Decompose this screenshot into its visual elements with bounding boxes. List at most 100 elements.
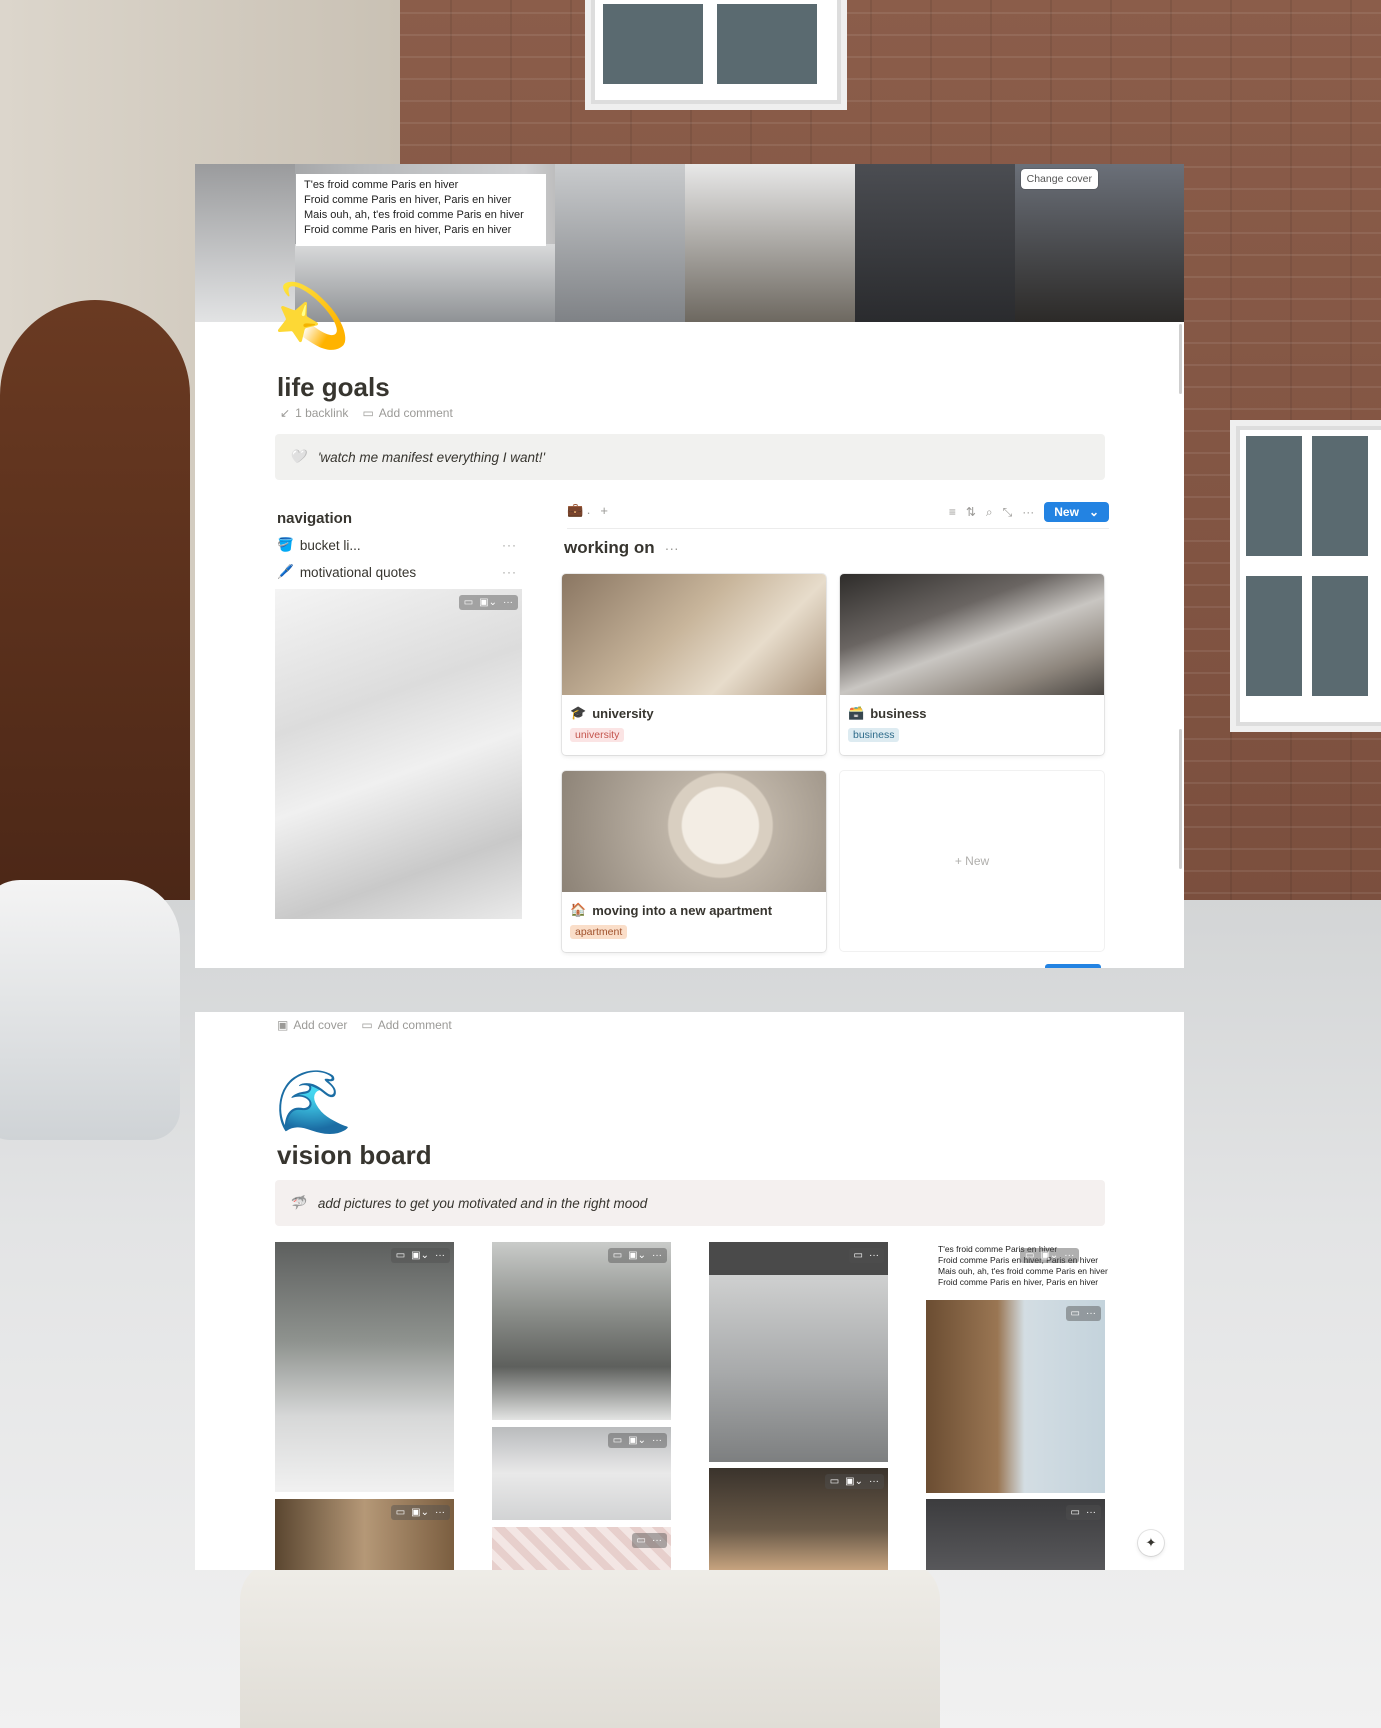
callout-text[interactable]: 'watch me manifest everything I want!' <box>318 450 545 465</box>
filter-icon[interactable]: ≡ <box>949 505 956 519</box>
more-options-icon[interactable]: ··· <box>869 1250 879 1261</box>
image-toolbar[interactable]: ▭ ▣⌄ ··· <box>390 1248 450 1263</box>
callout-text[interactable]: add pictures to get you motivated and in… <box>318 1196 647 1211</box>
add-comment-button[interactable]: ▭ Add comment <box>361 1018 451 1032</box>
backlink-label: 1 backlink <box>295 406 349 420</box>
comment-icon[interactable]: ▭ <box>854 1250 863 1261</box>
gallery-image[interactable]: ▭ ▣⌄ ··· <box>275 1242 454 1492</box>
house-icon: 🏠 <box>570 902 587 917</box>
comment-icon: ▭ <box>362 406 374 420</box>
more-options-icon[interactable]: ··· <box>1022 505 1034 519</box>
align-icon[interactable]: ▣⌄ <box>479 597 497 608</box>
comment-icon[interactable]: ▭ <box>1071 1308 1080 1319</box>
more-options-icon[interactable]: ··· <box>652 1535 662 1546</box>
comment-icon[interactable]: ▭ <box>1071 1507 1080 1518</box>
background-door <box>0 300 190 940</box>
image-toolbar[interactable]: ▭ ··· <box>848 1248 884 1263</box>
more-options-icon[interactable]: ··· <box>1086 1308 1096 1319</box>
chevron-down-icon[interactable]: ⌄ <box>1089 505 1099 519</box>
add-comment-button[interactable]: ▭ Add comment <box>362 406 452 420</box>
more-options-icon[interactable]: ··· <box>1086 1507 1096 1518</box>
nav-item-bucket-list[interactable]: 🪣 bucket li... ··· <box>277 537 517 553</box>
gallery-image[interactable]: ▭ ▣⌄ ··· <box>492 1242 671 1420</box>
scrollbar[interactable] <box>1179 729 1182 869</box>
comment-icon[interactable]: ▭ <box>613 1250 622 1261</box>
image-toolbar[interactable]: ▭ ▣⌄ ··· <box>1020 1248 1080 1263</box>
database-title[interactable]: working on ··· <box>564 538 679 558</box>
add-cover-button[interactable]: ▣ Add cover <box>277 1018 347 1032</box>
floating-button-edge[interactable] <box>1045 964 1101 968</box>
image-toolbar[interactable]: ▭ ▣⌄ ··· <box>390 1505 450 1520</box>
gallery-lyric-line: Froid comme Paris en hiver, Paris en hiv… <box>938 1277 1099 1287</box>
comment-icon[interactable]: ▭ <box>396 1250 405 1261</box>
more-options-icon[interactable]: ··· <box>435 1507 445 1518</box>
gallery-image[interactable]: ▭ ▣⌄ ··· <box>275 1499 454 1570</box>
shark-icon: 🦈 <box>289 1195 306 1210</box>
align-icon[interactable]: ▣⌄ <box>411 1507 429 1518</box>
more-options-icon[interactable]: ··· <box>652 1435 662 1446</box>
more-options-icon[interactable]: ··· <box>502 538 517 552</box>
comment-icon[interactable]: ▭ <box>613 1435 622 1446</box>
image-toolbar[interactable]: ▭ ▣⌄ ··· <box>458 595 518 610</box>
image-toolbar[interactable]: ▭ ··· <box>1065 1306 1101 1321</box>
gallery-lyric-line: Mais ouh, ah, t'es froid comme Paris en … <box>938 1266 1108 1276</box>
bed-image[interactable]: ▭ ▣⌄ ··· <box>275 589 522 919</box>
card-title: moving into a new apartment <box>592 902 773 918</box>
image-toolbar[interactable]: ▭ ▣⌄ ··· <box>824 1474 884 1489</box>
more-options-icon[interactable]: ··· <box>502 565 517 579</box>
page-icon[interactable]: 💫 <box>273 286 350 348</box>
sparkle-icon[interactable]: ✦ <box>1138 1530 1164 1556</box>
page-title[interactable]: vision board <box>277 1140 432 1171</box>
comment-icon[interactable]: ▭ <box>396 1507 405 1518</box>
quote-callout: 🤍 'watch me manifest everything I want!' <box>275 434 1105 480</box>
gallery-card[interactable]: 🗃️ business business <box>840 574 1104 755</box>
gallery-image[interactable]: ▭ ··· <box>709 1242 888 1462</box>
align-icon[interactable]: ▣⌄ <box>845 1476 863 1487</box>
image-toolbar[interactable]: ▭ ··· <box>631 1533 667 1548</box>
gallery-image[interactable]: ▭ ▣⌄ ··· <box>492 1427 671 1520</box>
align-icon[interactable]: ▣⌄ <box>411 1250 429 1261</box>
sort-icon[interactable]: ⇅ <box>966 505 976 519</box>
align-icon[interactable]: ▣⌄ <box>1040 1250 1058 1261</box>
more-options-icon[interactable]: ··· <box>435 1250 445 1261</box>
more-options-icon[interactable]: ··· <box>869 1476 879 1487</box>
gallery-image[interactable]: ▭ ··· <box>926 1499 1105 1570</box>
gallery-image[interactable]: ▭ ▣⌄ ··· <box>709 1468 888 1570</box>
add-comment-label: Add comment <box>377 1018 452 1032</box>
view-tab[interactable]: 💼 . <box>567 502 590 518</box>
comment-icon[interactable]: ▭ <box>464 597 473 608</box>
image-toolbar[interactable]: ▭ ▣⌄ ··· <box>607 1433 667 1448</box>
image-toolbar[interactable]: ▭ ··· <box>1065 1505 1101 1520</box>
gallery-card[interactable]: 🎓 university university <box>562 574 826 755</box>
image-toolbar[interactable]: ▭ ▣⌄ ··· <box>607 1248 667 1263</box>
more-options-icon[interactable]: ··· <box>503 597 513 608</box>
page-icon[interactable]: 🌊 <box>275 1072 352 1134</box>
backlink-link[interactable]: ↙ 1 backlink <box>280 406 348 420</box>
search-icon[interactable]: ⌕ <box>986 505 993 520</box>
more-options-icon[interactable]: ··· <box>652 1250 662 1261</box>
add-card-button[interactable]: + New <box>840 771 1104 951</box>
page-title[interactable]: life goals <box>277 372 390 403</box>
background-window <box>1230 420 1381 732</box>
motivation-callout: 🦈 add pictures to get you motivated and … <box>275 1180 1105 1226</box>
background-window <box>585 0 847 110</box>
gallery-image[interactable]: ▭ ··· <box>492 1527 671 1570</box>
expand-icon[interactable]: ⤡ <box>1003 505 1013 520</box>
more-options-icon[interactable]: ··· <box>1064 1250 1074 1261</box>
scrollbar[interactable] <box>1179 324 1182 394</box>
card-cover-image <box>562 771 826 892</box>
status-badge: university <box>570 728 625 742</box>
align-icon[interactable]: ▣⌄ <box>628 1250 646 1261</box>
nav-item-motivational-quotes[interactable]: 🖊️ motivational quotes ··· <box>277 564 517 580</box>
gallery-card[interactable]: 🏠 moving into a new apartment apartment <box>562 771 826 952</box>
align-icon[interactable]: ▣⌄ <box>628 1435 646 1446</box>
more-options-icon[interactable]: ··· <box>665 540 679 556</box>
new-button[interactable]: New ⌄ <box>1044 502 1109 522</box>
comment-icon[interactable]: ▭ <box>830 1476 839 1487</box>
gallery-image[interactable]: ▭ ··· <box>926 1300 1105 1493</box>
change-cover-button[interactable]: Change cover <box>1020 169 1098 189</box>
comment-icon[interactable]: ▭ <box>637 1535 646 1546</box>
add-view-icon[interactable]: + <box>600 503 608 518</box>
comment-icon[interactable]: ▭ <box>1025 1250 1034 1261</box>
page-meta: ▣ Add cover ▭ Add comment <box>277 1018 452 1032</box>
